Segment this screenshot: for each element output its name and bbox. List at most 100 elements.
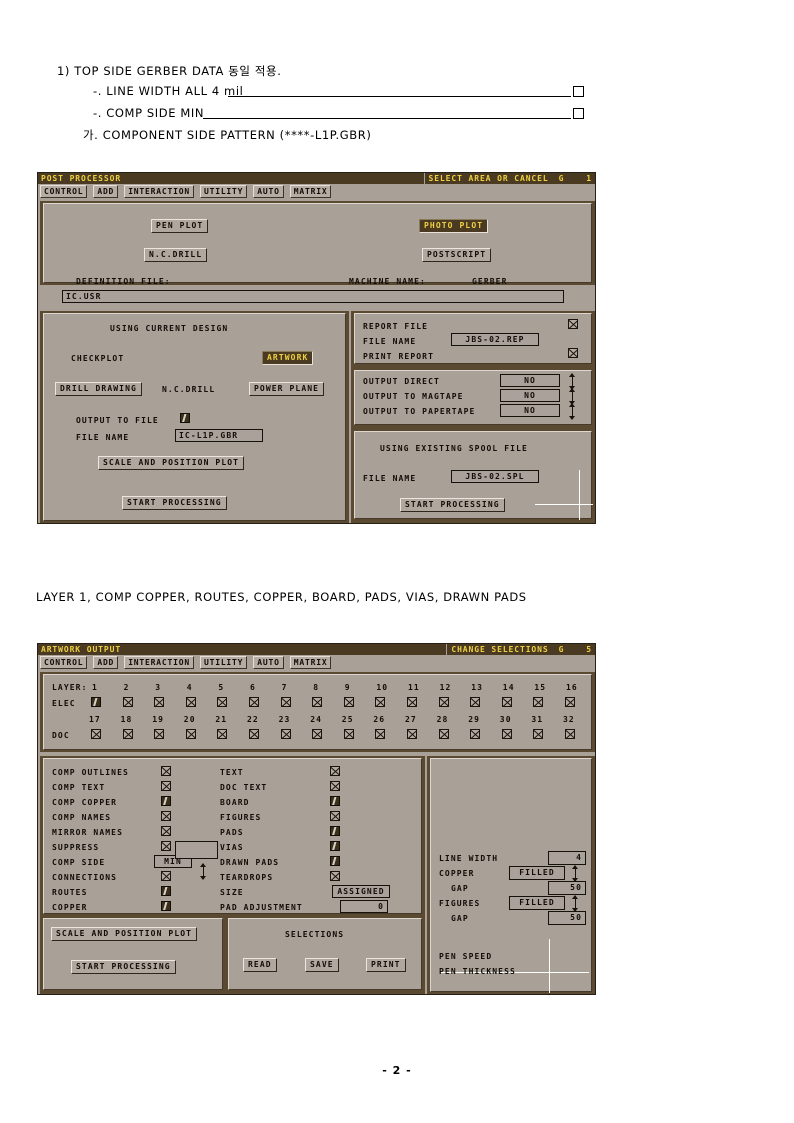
menu-item-control[interactable]: CONTROL (40, 185, 88, 198)
layer-checkbox-elec[interactable] (185, 697, 196, 707)
option-checkbox[interactable] (330, 796, 340, 806)
pen-setting-value[interactable]: FILLED (509, 896, 565, 910)
print-report-checkbox[interactable] (568, 348, 578, 358)
option-checkbox[interactable] (161, 886, 171, 896)
layer-checkbox-elec[interactable] (312, 697, 323, 707)
scale-and-position-plot-button[interactable]: SCALE AND POSITION PLOT (98, 456, 245, 470)
power-plane-button[interactable]: POWER PLANE (249, 382, 325, 396)
menu2-item-matrix[interactable]: MATRIX (289, 656, 332, 669)
selections-save-button[interactable]: SAVE (305, 958, 339, 972)
drill-drawing-button[interactable]: DRILL DRAWING (55, 382, 142, 396)
pen-setting-stepper[interactable] (571, 865, 580, 882)
layer-checkbox-doc[interactable] (91, 729, 101, 739)
output-to-file-checkbox[interactable] (180, 413, 190, 423)
start-processing-button-left[interactable]: START PROCESSING (122, 496, 227, 510)
layer-checkbox-doc[interactable] (154, 729, 165, 739)
option-checkbox[interactable] (330, 826, 340, 836)
option-checkbox[interactable] (330, 841, 340, 851)
menu-item-matrix[interactable]: MATRIX (289, 185, 332, 198)
layer-checkbox-doc[interactable] (438, 729, 449, 739)
layer-checkbox-elec[interactable] (280, 697, 291, 707)
option-checkbox[interactable] (330, 781, 340, 791)
doc-checkbox-1[interactable] (573, 86, 584, 97)
pen-setting-stepper[interactable] (571, 895, 580, 912)
output-magtape-value[interactable]: NO (500, 389, 560, 402)
option-checkbox[interactable] (330, 811, 340, 821)
layer-checkbox-elec[interactable] (249, 697, 259, 707)
layer-checkbox-elec[interactable] (375, 697, 386, 707)
output-papertape-value[interactable]: NO (500, 404, 560, 417)
spool-file-name-input[interactable]: JBS-02.SPL (451, 470, 539, 483)
selections-read-button[interactable]: READ (243, 958, 277, 972)
option-value-field[interactable]: ASSIGNED (332, 885, 390, 898)
artwork-button[interactable]: ARTWORK (262, 351, 314, 365)
photo-plot-button[interactable]: PHOTO PLOT (419, 219, 489, 233)
option-checkbox[interactable] (161, 796, 171, 806)
output-papertape-stepper[interactable] (568, 403, 577, 420)
menu-item-add[interactable]: ADD (93, 185, 119, 198)
doc-checkbox-2[interactable] (573, 108, 584, 119)
layer-checkbox-elec[interactable] (122, 697, 133, 707)
option-checkbox[interactable] (330, 871, 340, 881)
file-name-input[interactable]: IC-L1P.GBR (175, 429, 263, 442)
pen-setting-value[interactable]: 4 (548, 851, 586, 865)
layer-checkbox-doc[interactable] (470, 729, 481, 739)
layer-checkbox-elec[interactable] (217, 697, 228, 707)
start-processing-button-2[interactable]: START PROCESSING (71, 960, 176, 974)
layer-checkbox-doc[interactable] (249, 729, 259, 739)
layer-checkbox-elec[interactable] (154, 697, 165, 707)
layer-checkbox-doc[interactable] (312, 729, 323, 739)
nc-drill-button[interactable]: N.C.DRILL (144, 248, 208, 262)
report-file-checkbox[interactable] (568, 319, 578, 329)
option-checkbox[interactable] (161, 901, 171, 911)
option-value-field[interactable]: 0 (340, 900, 388, 913)
postscript-button[interactable]: POSTSCRIPT (422, 248, 492, 262)
comp-side-stepper[interactable] (199, 863, 208, 880)
scale-and-position-plot-button-2[interactable]: SCALE AND POSITION PLOT (51, 927, 198, 941)
menu2-item-control[interactable]: CONTROL (40, 656, 88, 669)
suppress-value-field[interactable] (175, 841, 218, 859)
option-checkbox[interactable] (161, 841, 171, 851)
layer-checkbox-elec[interactable] (343, 697, 354, 707)
selections-print-button[interactable]: PRINT (366, 958, 406, 972)
menu2-item-utility[interactable]: UTILITY (199, 656, 248, 669)
pen-setting-value[interactable]: 50 (548, 911, 586, 925)
option-checkbox[interactable] (330, 856, 340, 866)
layer-checkbox-elec[interactable] (565, 697, 575, 707)
layer-checkbox-elec[interactable] (470, 697, 481, 707)
layer-checkbox-doc[interactable] (343, 729, 354, 739)
menu2-item-interaction[interactable]: INTERACTION (124, 656, 194, 669)
menu2-item-auto[interactable]: AUTO (253, 656, 284, 669)
option-checkbox[interactable] (161, 766, 171, 776)
layer-checkbox-doc[interactable] (185, 729, 196, 739)
layer-checkbox-doc[interactable] (565, 729, 575, 739)
layer-checkbox-doc[interactable] (407, 729, 417, 739)
layer-checkbox-doc[interactable] (280, 729, 291, 739)
layer-checkbox-doc[interactable] (122, 729, 133, 739)
menu-item-interaction[interactable]: INTERACTION (124, 185, 194, 198)
option-checkbox[interactable] (161, 781, 171, 791)
layer-checkbox-elec[interactable] (438, 697, 449, 707)
layer-checkbox-elec[interactable] (501, 697, 512, 707)
layer-checkbox-elec[interactable] (407, 697, 417, 707)
report-file-name-input[interactable]: JBS-02.REP (451, 333, 539, 346)
menu2-item-add[interactable]: ADD (93, 656, 119, 669)
menu-item-auto[interactable]: AUTO (253, 185, 284, 198)
option-checkbox[interactable] (161, 826, 171, 836)
layer-checkbox-doc[interactable] (375, 729, 386, 739)
layer-checkbox-elec[interactable] (91, 697, 101, 707)
start-processing-button-right[interactable]: START PROCESSING (400, 498, 505, 512)
layer-checkbox-doc[interactable] (217, 729, 228, 739)
layer-checkbox-doc[interactable] (501, 729, 512, 739)
definition-file-input[interactable]: IC.USR (62, 290, 564, 303)
output-direct-value[interactable]: NO (500, 374, 560, 387)
menu-item-utility[interactable]: UTILITY (199, 185, 248, 198)
pen-plot-button[interactable]: PEN PLOT (151, 219, 209, 233)
layer-checkbox-elec[interactable] (533, 697, 544, 707)
option-checkbox[interactable] (330, 766, 340, 776)
layer-checkbox-doc[interactable] (533, 729, 544, 739)
pen-setting-value[interactable]: 50 (548, 881, 586, 895)
option-checkbox[interactable] (161, 871, 171, 881)
pen-setting-value[interactable]: FILLED (509, 866, 565, 880)
option-checkbox[interactable] (161, 811, 171, 821)
